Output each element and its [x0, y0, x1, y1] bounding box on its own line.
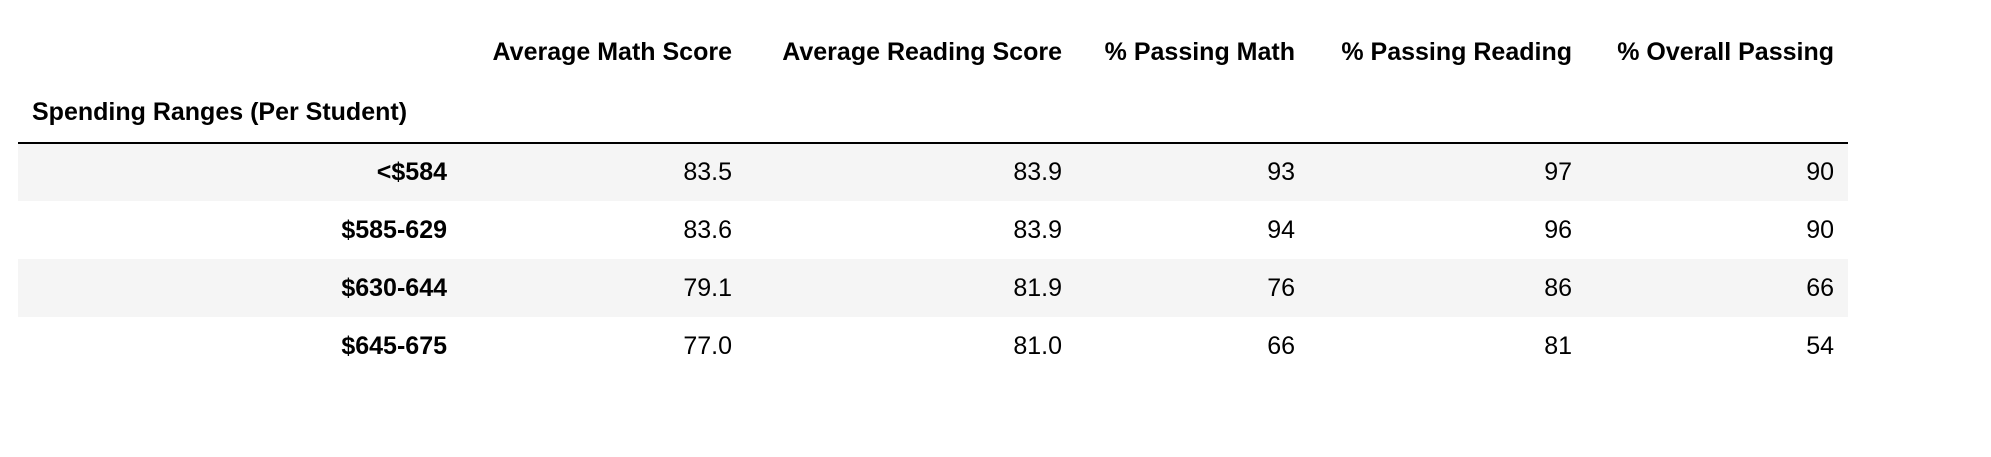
table-row: $645-675 77.0 81.0 66 81 54	[18, 317, 1848, 375]
cell-percent-passing-reading: 96	[1544, 215, 1572, 244]
cell-average-reading-score: 83.9	[1013, 158, 1062, 186]
row-index-label: $630-644	[341, 273, 447, 302]
cell-percent-overall-passing: 66	[1806, 273, 1834, 302]
dataframe-output: Average Math Score Average Reading Score…	[18, 22, 1848, 375]
cell-average-math-score: 83.6	[683, 215, 732, 244]
cell-average-math-score: 83.5	[683, 158, 732, 186]
cell-average-math-score: 79.1	[683, 273, 732, 302]
table-row: $585-629 83.6 83.9 94 96 90	[18, 201, 1848, 259]
index-header-row: Spending Ranges (Per Student)	[18, 82, 1848, 143]
index-header-blank	[1309, 82, 1586, 143]
row-index-label: $585-629	[341, 215, 447, 244]
cell-average-reading-score: 81.0	[1013, 331, 1062, 360]
cell-percent-passing-math: 93	[1267, 158, 1295, 186]
row-index-label: <$584	[376, 158, 447, 186]
table-row: $630-644 79.1 81.9 76 86 66	[18, 259, 1848, 317]
column-header-percent-passing-reading: % Passing Reading	[1341, 37, 1572, 66]
table-row: <$584 83.5 83.9 93 97 90	[18, 143, 1848, 201]
row-index-label: $645-675	[341, 331, 447, 360]
index-name-header: Spending Ranges (Per Student)	[32, 97, 408, 126]
column-header-average-math-score: Average Math Score	[492, 37, 732, 66]
cell-percent-passing-math: 76	[1267, 273, 1295, 302]
cell-percent-passing-reading: 81	[1544, 331, 1572, 360]
cell-average-reading-score: 81.9	[1013, 273, 1062, 302]
spending-summary-table: Average Math Score Average Reading Score…	[18, 22, 1848, 375]
index-header-blank	[1076, 82, 1309, 143]
cell-percent-passing-math: 94	[1267, 215, 1295, 244]
cell-average-reading-score: 83.9	[1013, 215, 1062, 244]
cell-average-math-score: 77.0	[683, 331, 732, 360]
blank-corner-cell	[18, 22, 461, 82]
cell-percent-passing-math: 66	[1267, 331, 1295, 360]
cell-percent-passing-reading: 97	[1544, 158, 1572, 186]
index-header-blank	[1586, 82, 1848, 143]
cell-percent-overall-passing: 90	[1806, 215, 1834, 244]
cell-percent-overall-passing: 90	[1806, 158, 1834, 186]
column-header-row: Average Math Score Average Reading Score…	[18, 22, 1848, 82]
column-header-percent-passing-math: % Passing Math	[1104, 37, 1295, 66]
cell-percent-overall-passing: 54	[1806, 331, 1834, 360]
index-header-blank	[746, 82, 1076, 143]
column-header-average-reading-score: Average Reading Score	[782, 37, 1062, 66]
column-header-percent-overall-passing: % Overall Passing	[1617, 37, 1834, 66]
index-header-blank	[461, 82, 746, 143]
cell-percent-passing-reading: 86	[1544, 273, 1572, 302]
